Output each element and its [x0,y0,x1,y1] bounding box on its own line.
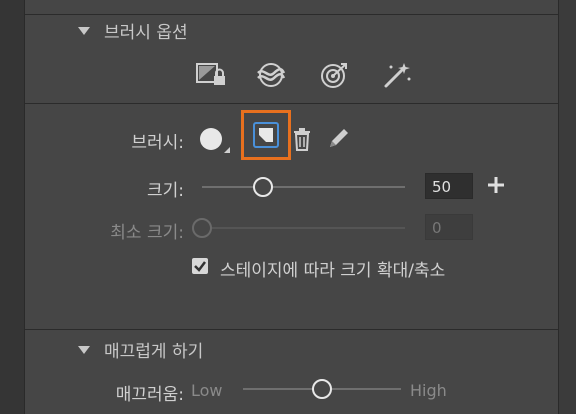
collapse-triangle-icon[interactable] [78,345,90,354]
smoothing-header[interactable]: 매끄럽게 하기 [78,337,203,362]
left-panel-edge [0,0,25,414]
smoothing-low-label: Low [191,381,223,400]
divider [25,14,558,15]
right-panel-edge [558,0,576,414]
pencil-icon[interactable] [325,124,353,152]
min-size-label: 최소 크기: [110,223,184,243]
brush-options-header[interactable]: 브러시 옵션 [78,18,188,43]
min-size-slider-handle [192,218,212,238]
brush-options-title: 브러시 옵션 [104,23,188,43]
divider [25,329,558,330]
size-input[interactable]: 50 [425,173,473,199]
smoothing-title: 매끄럽게 하기 [104,342,204,362]
min-size-input: 0 [425,214,473,240]
scale-with-stage-checkbox[interactable] [192,258,208,274]
min-size-slider-track [202,227,405,229]
brush-label: 브러시: [131,133,184,153]
smooth-icon[interactable] [255,60,287,90]
divider [25,103,558,104]
selection-highlight [241,110,291,160]
trash-icon[interactable] [291,125,313,153]
smoothing-label: 매끄러움: [115,385,184,405]
checkmark-icon [194,261,206,272]
size-slider-track[interactable] [202,186,405,188]
magic-wand-icon[interactable] [381,60,413,90]
scale-with-stage-label: 스테이지에 따라 크기 확대/축소 [220,261,446,281]
size-label: 크기: [146,181,184,201]
size-slider-handle[interactable] [252,177,273,197]
smoothing-slider-handle[interactable] [312,379,332,399]
smoothing-high-label: High [410,381,447,400]
collapse-triangle-icon[interactable] [78,26,90,35]
lock-fill-icon[interactable] [194,60,228,90]
plus-icon[interactable] [485,174,507,196]
brush-shape-dropdown[interactable] [196,125,234,159]
target-icon[interactable] [318,60,350,90]
